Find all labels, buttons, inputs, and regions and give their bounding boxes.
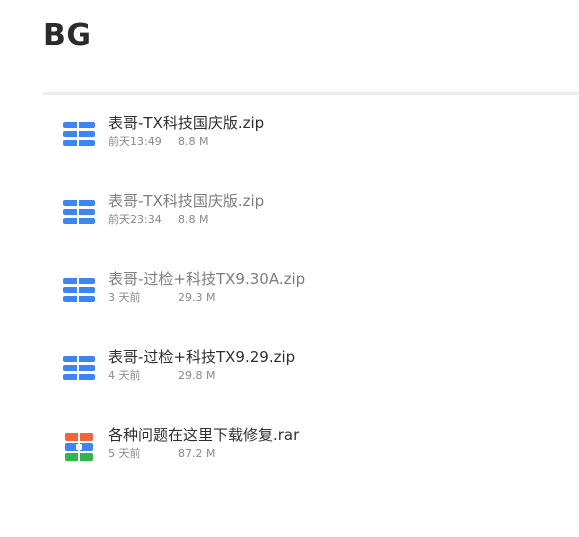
- file-item[interactable]: 表哥-TX科技国庆版.zip 前天23:34 8.8 M: [52, 173, 552, 233]
- file-meta: 4 天前 29.8 M: [108, 369, 215, 383]
- file-meta: 前天23:34 8.8 M: [108, 213, 208, 227]
- zip-archive-icon: [62, 199, 96, 225]
- file-name[interactable]: 表哥-TX科技国庆版.zip: [108, 191, 264, 211]
- file-size: 29.3 M: [178, 291, 216, 304]
- file-time: 前天13:49: [108, 135, 162, 148]
- file-size: 87.2 M: [178, 447, 216, 460]
- file-size: 29.8 M: [178, 369, 216, 382]
- file-meta: 5 天前 87.2 M: [108, 447, 215, 461]
- file-item[interactable]: 表哥-过检+科技TX9.29.zip 4 天前 29.8 M: [52, 329, 552, 389]
- zip-archive-icon: [62, 277, 96, 303]
- file-time: 5 天前: [108, 447, 141, 460]
- header: BG: [0, 0, 579, 95]
- file-name[interactable]: 表哥-过检+科技TX9.30A.zip: [108, 269, 305, 289]
- file-time: 前天23:34: [108, 213, 162, 226]
- file-item[interactable]: 表哥-TX科技国庆版.zip 前天13:49 8.8 M: [52, 95, 552, 155]
- file-size: 8.8 M: [178, 213, 209, 226]
- zip-archive-icon: [62, 121, 96, 147]
- zip-archive-icon: [62, 355, 96, 381]
- file-meta: 3 天前 29.3 M: [108, 291, 215, 305]
- file-size: 8.8 M: [178, 135, 209, 148]
- file-time: 4 天前: [108, 369, 141, 382]
- rar-archive-icon: [62, 433, 96, 461]
- page-title: BG: [43, 18, 92, 53]
- file-item[interactable]: 各种问题在这里下载修复.rar 5 天前 87.2 M: [52, 407, 552, 467]
- file-name[interactable]: 表哥-过检+科技TX9.29.zip: [108, 347, 295, 367]
- file-item[interactable]: 表哥-过检+科技TX9.30A.zip 3 天前 29.3 M: [52, 251, 552, 311]
- file-name[interactable]: 表哥-TX科技国庆版.zip: [108, 113, 264, 133]
- file-meta: 前天13:49 8.8 M: [108, 135, 208, 149]
- file-name[interactable]: 各种问题在这里下载修复.rar: [108, 425, 299, 445]
- file-time: 3 天前: [108, 291, 141, 304]
